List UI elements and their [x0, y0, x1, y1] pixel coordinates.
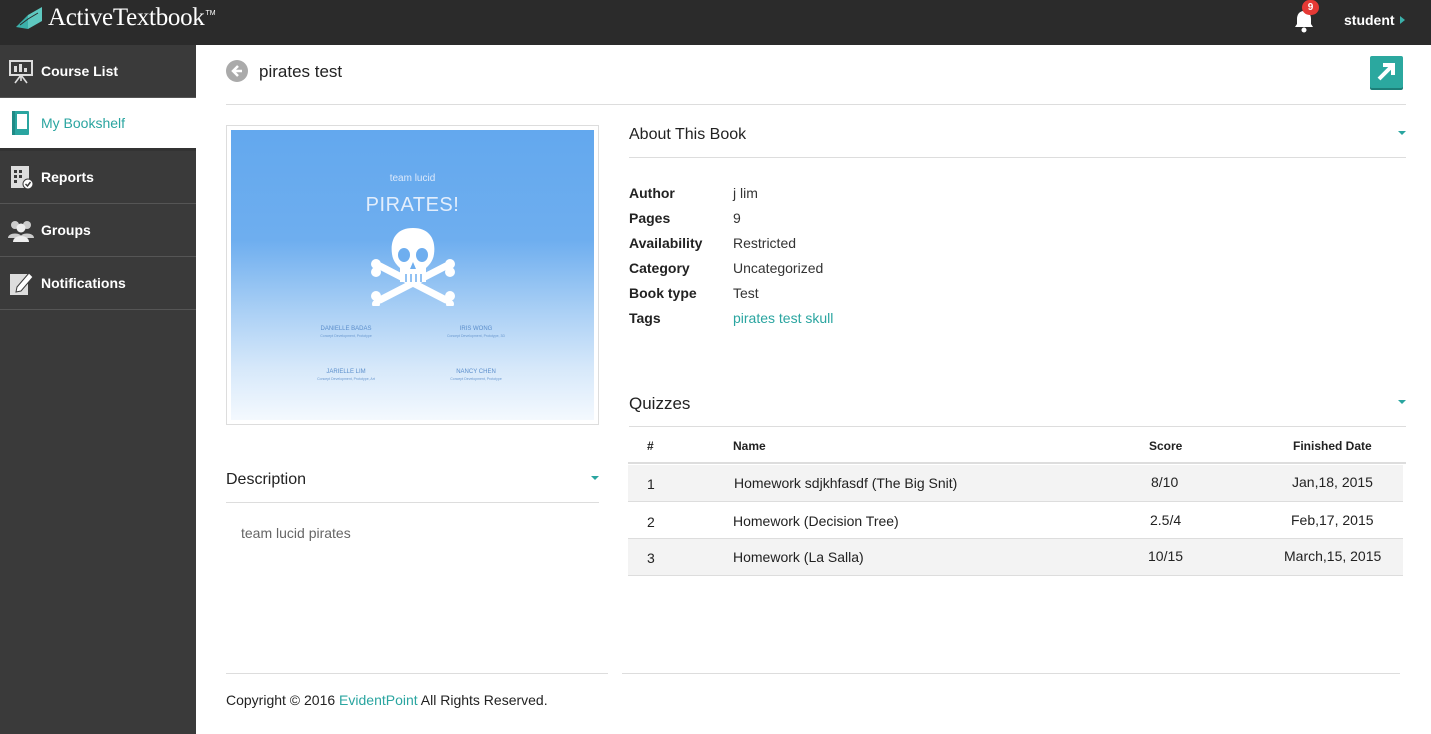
notification-count-badge: 9 — [1302, 0, 1319, 15]
description-heading: Description — [226, 471, 307, 488]
table-row[interactable]: 3 Homework (La Salla) 10/15 March,15, 20… — [628, 539, 1403, 576]
sidebar-item-label: My Bookshelf — [41, 115, 126, 131]
about-heading: About This Book — [629, 126, 747, 143]
quiz-number: 3 — [647, 550, 655, 566]
caret-down-icon[interactable] — [1398, 131, 1406, 135]
cover-author-name: DANIELLE BADAS — [320, 326, 372, 332]
cover-team: team lucid — [389, 173, 436, 184]
footer-copyright: Copyright © 2016 EvidentPoint All Rights… — [226, 692, 548, 708]
chevron-right-icon[interactable] — [1400, 16, 1405, 24]
info-label: Tags — [629, 310, 661, 326]
column-header-score: Score — [1149, 439, 1183, 453]
info-value: j lim — [733, 185, 758, 201]
column-header-number: # — [647, 439, 654, 453]
info-label: Book type — [629, 285, 697, 301]
info-label: Author — [629, 185, 675, 201]
sidebar-item-label: Reports — [41, 169, 94, 185]
quizzes-divider — [629, 426, 1406, 427]
sidebar: Course List My Bookshelf Reports Groups … — [0, 45, 196, 734]
table-row[interactable]: 2 Homework (Decision Tree) 2.5/4 Feb,17,… — [628, 502, 1403, 539]
logo-trademark: TM — [205, 9, 216, 17]
quiz-number: 2 — [647, 514, 655, 530]
quiz-finished-date: March,15, 2015 — [1284, 548, 1382, 564]
footer-divider-right — [622, 673, 1400, 674]
cover-author-role: Concept Development, Prototype — [450, 377, 502, 381]
rights-text: All Rights Reserved. — [417, 692, 548, 708]
info-value: Restricted — [733, 235, 797, 251]
cover-author-name: IRIS WONG — [459, 326, 493, 332]
cover-author-name: NANCY CHEN — [456, 369, 496, 375]
info-label: Category — [629, 260, 690, 276]
top-bar: ActiveTextbook TM 9 student — [0, 0, 1431, 45]
info-value: Test — [733, 285, 759, 301]
book-icon — [7, 109, 35, 137]
about-divider — [629, 157, 1406, 158]
quiz-name: Homework sdjkhfasdf (The Big Snit) — [734, 475, 958, 491]
cover-title: PIRATES! — [365, 194, 460, 216]
sidebar-item-label: Groups — [41, 222, 91, 238]
quiz-number: 1 — [647, 476, 655, 492]
back-button[interactable] — [226, 60, 248, 82]
book-logo-icon — [16, 7, 42, 29]
external-link-arrow-icon — [1377, 63, 1395, 81]
sidebar-item-label: Course List — [41, 63, 119, 79]
quiz-name: Homework (Decision Tree) — [733, 513, 899, 529]
description-divider — [226, 502, 599, 503]
sidebar-item-my-bookshelf[interactable]: My Bookshelf — [0, 98, 196, 151]
caret-down-icon[interactable] — [1398, 400, 1406, 404]
table-header: # Name Score Finished Date — [628, 430, 1406, 464]
quiz-score: 8/10 — [1151, 474, 1179, 490]
book-cover-image: team lucid PIRATES! DANIELLE BADAS Conce… — [231, 130, 594, 420]
sidebar-item-course-list[interactable]: Course List — [0, 45, 196, 98]
cover-author-role: Concept Development, Prototype, Art — [317, 377, 375, 381]
book-cover: team lucid PIRATES! DANIELLE BADAS Conce… — [226, 125, 599, 425]
evidentpoint-link[interactable]: EvidentPoint — [339, 692, 418, 708]
people-icon — [7, 216, 35, 244]
copyright-text: Copyright © 2016 — [226, 692, 340, 708]
caret-down-icon[interactable] — [591, 476, 599, 480]
edit-note-icon — [7, 269, 35, 297]
column-header-finished-date: Finished Date — [1293, 439, 1372, 453]
presentation-board-icon — [7, 57, 35, 85]
quiz-finished-date: Jan,18, 2015 — [1292, 474, 1373, 490]
cover-author-role: Concept Development, Prototype — [320, 334, 372, 338]
tags-link[interactable]: pirates test skull — [733, 310, 833, 326]
cover-author-role: Concept Development, Prototype, 3D — [447, 334, 505, 338]
sidebar-item-reports[interactable]: Reports — [0, 151, 196, 204]
info-value: 9 — [733, 210, 741, 226]
sidebar-item-groups[interactable]: Groups — [0, 204, 196, 257]
table-row[interactable]: 1 Homework sdjkhfasdf (The Big Snit) 8/1… — [628, 465, 1403, 502]
skull-crossbones-icon — [371, 228, 455, 306]
quiz-finished-date: Feb,17, 2015 — [1291, 512, 1374, 528]
footer-divider-left — [226, 673, 608, 674]
sidebar-item-notifications[interactable]: Notifications — [0, 257, 196, 310]
quiz-score: 2.5/4 — [1150, 512, 1182, 528]
description-text: team lucid pirates — [241, 525, 351, 541]
cover-author-name: JARIELLE LIM — [326, 369, 366, 375]
logo[interactable]: ActiveTextbook TM — [14, 4, 216, 32]
page-title: pirates test — [259, 62, 343, 81]
column-header-name: Name — [733, 439, 766, 453]
user-menu[interactable]: student — [1344, 12, 1395, 28]
open-book-button[interactable] — [1370, 56, 1403, 88]
logo-text: ActiveTextbook — [48, 4, 205, 31]
info-value: Uncategorized — [733, 260, 824, 276]
quiz-score: 10/15 — [1148, 548, 1184, 564]
title-divider — [226, 104, 1406, 105]
sidebar-item-label: Notifications — [41, 275, 126, 291]
quizzes-heading: Quizzes — [629, 394, 691, 413]
main-content: pirates test team lucid PIRATES! DANIELL… — [196, 45, 1431, 734]
info-label: Pages — [629, 210, 671, 226]
arrow-left-icon — [231, 65, 242, 77]
report-calendar-icon — [7, 163, 35, 191]
info-label: Availability — [629, 235, 703, 251]
quiz-name: Homework (La Salla) — [733, 549, 864, 565]
